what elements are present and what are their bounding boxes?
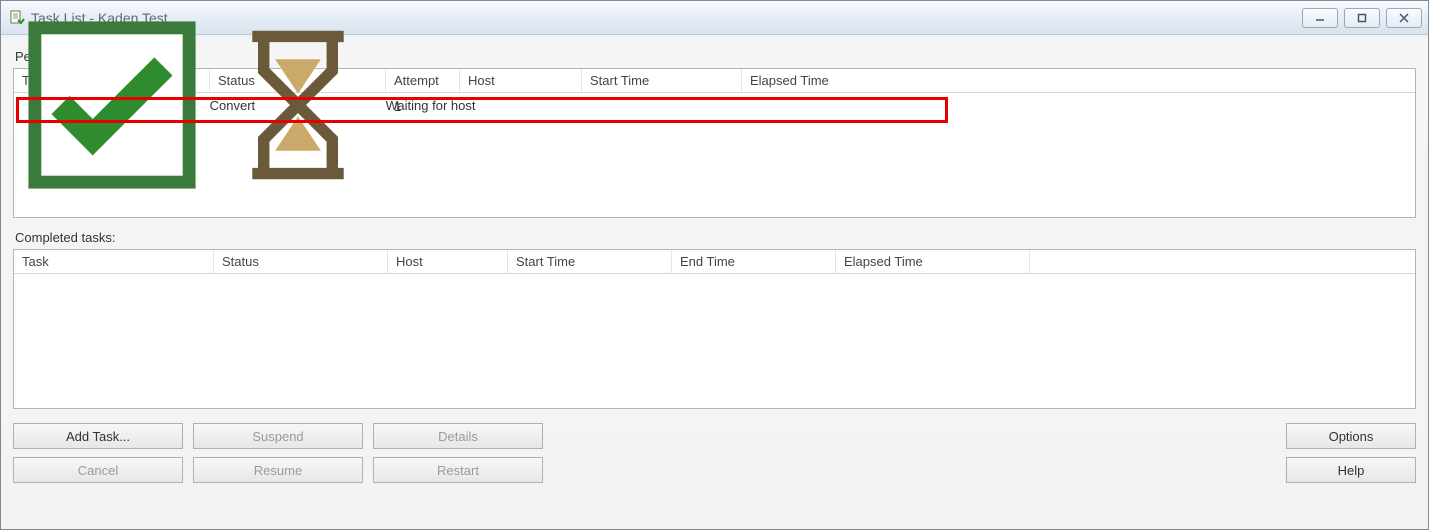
task-elapsed-time [742,104,1415,108]
right-button-group: Options Help [1286,423,1416,483]
maximize-button[interactable] [1344,8,1380,28]
window-controls [1302,8,1422,28]
col2-spacer [1030,250,1415,273]
pending-tasks-grid[interactable]: Task Status Attempt Host Start Time Elap… [13,68,1416,218]
completed-header-row: Task Status Host Start Time End Time Ela… [14,250,1415,274]
suspend-button[interactable]: Suspend [193,423,363,449]
minimize-button[interactable] [1302,8,1338,28]
table-row[interactable]: Convert Waiting for host 1 [14,95,1415,117]
col2-start-time[interactable]: Start Time [508,250,672,273]
col-host[interactable]: Host [460,69,582,92]
col-attempt[interactable]: Attempt [386,69,460,92]
cancel-button[interactable]: Cancel [13,457,183,483]
completed-tasks-grid[interactable]: Task Status Host Start Time End Time Ela… [13,249,1416,409]
task-attempt: 1 [386,97,460,116]
task-start-time [582,104,742,108]
col2-elapsed-time[interactable]: Elapsed Time [836,250,1030,273]
col2-status[interactable]: Status [214,250,388,273]
help-button[interactable]: Help [1286,457,1416,483]
task-host [460,104,582,108]
task-item-icon [22,183,206,198]
left-button-group: Add Task... Suspend Details Cancel Resum… [13,423,543,483]
resume-button[interactable]: Resume [193,457,363,483]
details-button[interactable]: Details [373,423,543,449]
add-task-button[interactable]: Add Task... [13,423,183,449]
task-list-window: Task List - Kaden Test Pending tasks: Ta… [0,0,1429,530]
completed-tasks-label: Completed tasks: [15,230,1416,245]
content-area: Pending tasks: Task Status Attempt Host … [1,35,1428,529]
close-button[interactable] [1386,8,1422,28]
restart-button[interactable]: Restart [373,457,543,483]
options-button[interactable]: Options [1286,423,1416,449]
col2-host[interactable]: Host [388,250,508,273]
col-elapsed-time[interactable]: Elapsed Time [742,69,1415,92]
hourglass-icon [218,173,382,188]
col2-end-time[interactable]: End Time [672,250,836,273]
col-start-time[interactable]: Start Time [582,69,742,92]
col2-task[interactable]: Task [14,250,214,273]
button-bar: Add Task... Suspend Details Cancel Resum… [13,423,1416,483]
